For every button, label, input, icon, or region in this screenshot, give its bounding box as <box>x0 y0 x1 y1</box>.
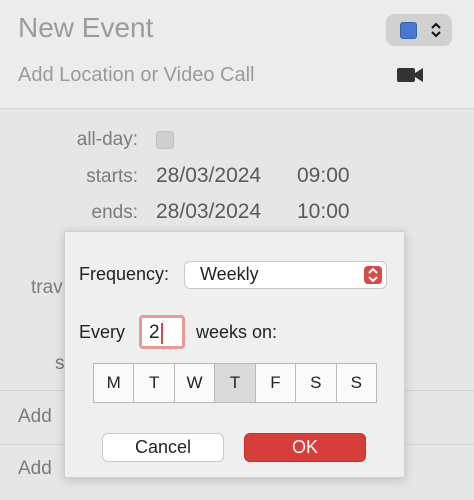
day-toggle[interactable]: S <box>296 364 337 402</box>
day-toggle[interactable]: T <box>134 364 175 402</box>
day-toggle-selected[interactable]: T <box>215 364 256 402</box>
up-down-chevron-icon <box>431 22 441 38</box>
starts-date[interactable]: 28/03/2024 <box>156 164 261 188</box>
ends-label: ends: <box>91 202 138 223</box>
every-label: Every <box>79 322 126 342</box>
calendar-color-swatch <box>400 22 417 39</box>
calendar-picker[interactable] <box>386 14 452 46</box>
event-title[interactable]: New Event <box>18 12 153 44</box>
frequency-select[interactable]: Weekly <box>184 261 387 289</box>
interval-value: 2 <box>149 322 160 343</box>
new-event-window: New Event Add Location or Video Call all… <box>0 0 474 500</box>
day-toggle[interactable]: M <box>94 364 135 402</box>
cancel-button[interactable]: Cancel <box>102 433 224 462</box>
repeat-dialog: Frequency: Weekly Every 2 weeks on: M T … <box>64 231 405 478</box>
text-caret <box>161 323 163 344</box>
all-day-checkbox[interactable] <box>156 131 174 149</box>
event-header: New Event Add Location or Video Call <box>0 0 474 109</box>
ok-button[interactable]: OK <box>244 433 366 462</box>
frequency-value: Weekly <box>200 264 259 284</box>
ends-time[interactable]: 10:00 <box>297 200 350 224</box>
starts-label: starts: <box>86 166 138 187</box>
starts-time[interactable]: 09:00 <box>297 164 350 188</box>
location-input[interactable]: Add Location or Video Call <box>18 64 254 87</box>
frequency-label: Frequency: <box>79 264 170 284</box>
day-toggle[interactable]: W <box>175 364 216 402</box>
ends-date[interactable]: 28/03/2024 <box>156 200 261 224</box>
video-camera-icon[interactable] <box>396 66 424 84</box>
weeks-on-label: weeks on: <box>196 322 278 342</box>
day-toggle[interactable]: S <box>337 364 376 402</box>
interval-input[interactable]: 2 <box>139 315 185 349</box>
select-stepper-icon <box>364 266 382 284</box>
weekday-selector: M T W T F S S <box>93 363 377 403</box>
day-toggle[interactable]: F <box>256 364 297 402</box>
all-day-label: all-day: <box>76 129 138 150</box>
